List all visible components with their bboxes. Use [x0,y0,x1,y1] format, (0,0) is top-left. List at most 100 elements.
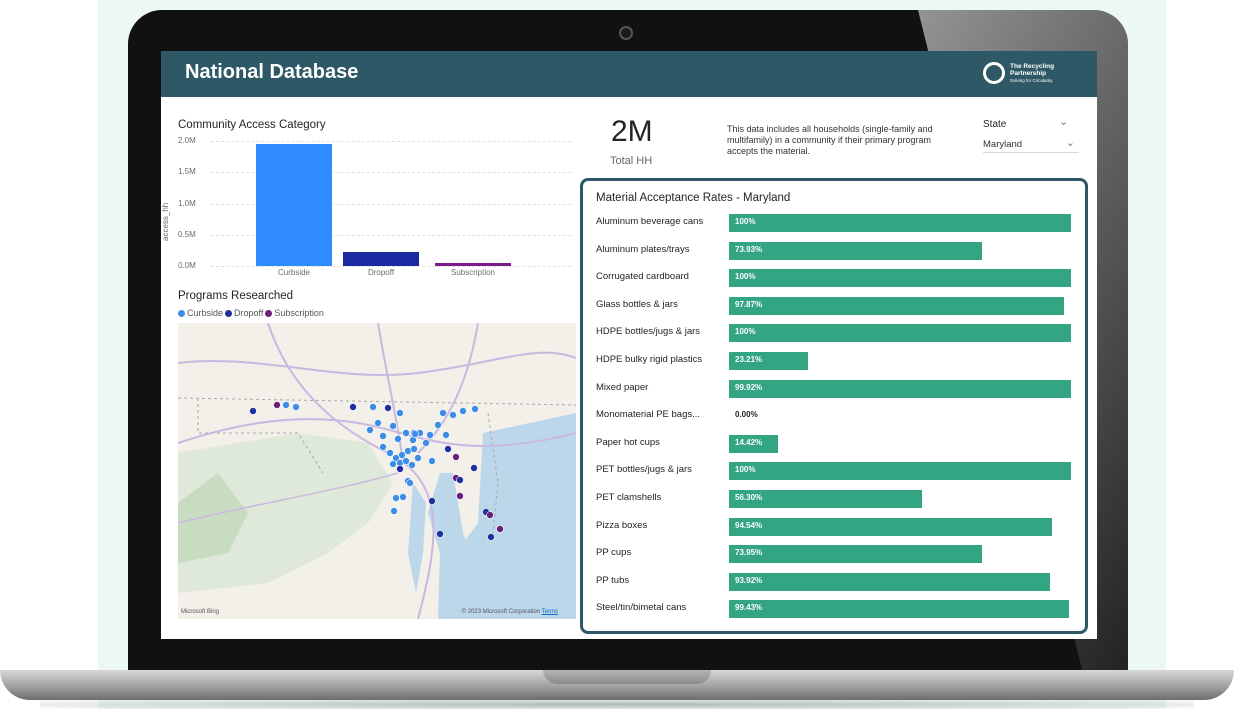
material-value: 97.87% [735,299,763,309]
programs-map[interactable]: Microsoft Bing © 2023 Microsoft Corporat… [178,323,576,619]
material-bar[interactable] [729,296,1064,315]
material-label: Monomaterial PE bags... [596,409,701,421]
material-row[interactable]: Mixed paper 99.92% [583,378,1083,398]
y-tick-label: 1.0M [178,198,196,208]
y-tick-label: 2.0M [178,136,196,145]
material-bar[interactable] [729,517,1053,536]
bar-subscription[interactable] [435,263,511,266]
total-hh-label: Total HH [610,155,653,167]
dropoff-dot-icon [225,309,233,317]
y-tick-label: 1.5M [178,167,196,177]
laptop-shadow [40,700,1194,709]
state-selected-value: Maryland [983,139,1023,150]
material-value: 100% [735,272,756,282]
material-row[interactable]: Glass bottles & jars 97.87% [583,295,1083,315]
material-value: 56.30% [735,493,763,502]
material-bar[interactable] [729,241,982,260]
legend-item-subscription[interactable]: Subscription [265,308,324,318]
material-value: 100% [735,327,756,337]
material-row[interactable]: Steel/tin/bimetal cans 99.43% [583,598,1083,619]
gridline [211,141,571,142]
material-bar[interactable] [729,269,1071,288]
material-row[interactable]: Aluminum beverage cans 100% [583,212,1083,232]
material-label: PET clamshells [596,492,662,503]
material-row[interactable]: PP tubs 93.92% [583,571,1083,591]
material-label: Pizza boxes [596,519,648,531]
curbside-dot-icon [178,309,185,317]
material-value: 23.21% [735,355,763,364]
material-value: 99.43% [735,603,763,613]
total-hh-value: 2M [611,115,653,148]
material-bar[interactable] [729,600,1070,619]
material-bar[interactable] [729,214,1071,232]
material-label: HDPE bulky rigid plastics [596,354,703,365]
material-value: 93.92% [735,575,763,585]
material-row[interactable]: PET clamshells 56.30% [583,488,1083,508]
programs-legend: Curbside Dropoff Subscription [178,308,326,318]
slicer-collapse-chevron-icon[interactable]: ⌄ [1059,115,1068,128]
legend-item-dropoff[interactable]: Dropoff [225,308,263,318]
dashboard-screen: National Database The Recycling Partners… [161,51,1097,639]
material-value: 94.54% [735,520,763,530]
material-label: PET bottles/jugs & jars [596,464,692,476]
map-terms-link[interactable]: Terms [542,609,558,615]
laptop-frame: National Database The Recycling Partners… [128,10,1128,682]
material-label: Paper hot cups [596,436,660,448]
material-value: 73.93% [735,244,763,254]
map-copyright: © 2023 Microsoft Corporation Terms [461,609,558,615]
material-row[interactable]: HDPE bulky rigid plastics 23.21% [583,350,1083,370]
data-note: This data includes all households (singl… [727,124,933,156]
logo-text: The Recycling Partnership Solving for Ci… [1010,62,1055,83]
material-label: HDPE bottles/jugs & jars [596,326,701,338]
x-tick-label: Dropoff [367,268,395,277]
material-label: Mixed paper [596,381,649,393]
x-tick-label: Subscription [450,268,496,277]
material-acceptance-title: Material Acceptance Rates - Maryland [596,192,791,204]
page-title: National Database [185,61,359,83]
map-basemap [178,323,576,619]
subscription-dot-icon [265,309,273,317]
camera-icon [619,26,633,40]
state-slicer-title: State [983,119,1007,130]
material-value: 0.00% [735,410,758,420]
material-bar[interactable] [729,572,1051,591]
access-chart-title: Community Access Category [178,119,326,131]
material-label: Aluminum plates/trays [596,243,690,255]
material-row[interactable]: PP cups 73.95% [583,543,1083,564]
material-row[interactable]: Corrugated cardboard 100% [583,267,1083,288]
material-bar[interactable] [729,462,1071,481]
bar-curbside[interactable] [256,143,332,266]
chevron-down-icon: ⌄ [1065,137,1075,149]
y-tick-label: 0.5M [178,229,196,239]
gridline [211,266,571,267]
material-value: 100% [735,465,756,475]
material-acceptance-panel: Material Acceptance Rates - Maryland Alu… [580,178,1088,634]
material-value: 100% [735,217,756,226]
material-label: Corrugated cardboard [596,271,689,283]
state-dropdown[interactable]: Maryland ⌄ [983,137,1079,153]
material-value: 14.42% [735,437,763,447]
material-row[interactable]: PET bottles/jugs & jars 100% [583,460,1083,481]
material-label: PP tubs [596,574,630,586]
dashboard-header: National Database The Recycling Partners… [161,51,1097,97]
material-value: 73.95% [735,548,763,558]
material-row[interactable]: Paper hot cups 14.42% [583,433,1083,453]
access-chart-y-axis-label: access_hh [161,202,170,241]
material-bar[interactable] [729,379,1071,398]
legend-item-curbside[interactable]: Curbside [178,308,223,318]
material-value: 99.92% [735,382,763,392]
bar-dropoff[interactable] [343,252,419,266]
y-tick-label: 0.0M [178,261,196,270]
material-row[interactable]: Aluminum plates/trays 73.93% [583,240,1083,260]
material-bar[interactable] [729,545,982,564]
programs-title: Programs Researched [178,290,294,302]
material-label: Steel/tin/bimetal cans [596,602,687,614]
material-label: Glass bottles & jars [596,298,678,310]
material-row[interactable]: HDPE bottles/jugs & jars 100% [583,322,1083,343]
material-label: Aluminum beverage cans [596,216,704,227]
material-row[interactable]: Monomaterial PE bags... 0.00% [583,405,1083,425]
material-label: PP cups [596,547,632,559]
material-row[interactable]: Pizza boxes 94.54% [583,516,1083,536]
x-tick-label: Curbside [277,268,310,277]
material-bar[interactable] [729,324,1071,343]
